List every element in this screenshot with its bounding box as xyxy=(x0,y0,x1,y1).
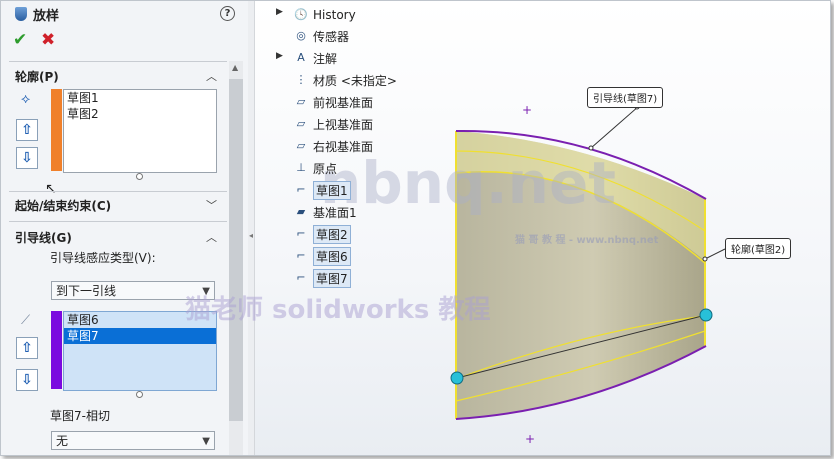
tree-item-label: 草图1 xyxy=(313,180,351,200)
sketch-icon: ⌐ xyxy=(296,249,306,262)
tree-item-history[interactable]: 🕓 History xyxy=(293,5,356,25)
move-down-button[interactable]: ⇩ xyxy=(16,369,38,391)
profile-icon: ⟡ xyxy=(21,91,31,107)
watermark-main: nbnq.net xyxy=(320,149,617,217)
chevron-up-icon[interactable]: ︿ xyxy=(206,229,217,245)
loft-icon xyxy=(15,7,27,21)
sensor-icon: ◎ xyxy=(296,29,306,42)
ok-button[interactable]: ✔ xyxy=(13,30,27,50)
material-icon: ⋮ xyxy=(295,73,307,86)
expand-arrow-icon[interactable]: ▶ xyxy=(276,7,283,17)
expand-arrow-icon[interactable]: ▶ xyxy=(276,51,283,61)
pm-title-bar: 放样 xyxy=(15,4,59,24)
tree-item-sketch2[interactable]: ⌐ 草图2 xyxy=(293,224,351,244)
tree-item-top-plane[interactable]: ▱ 上视基准面 xyxy=(293,114,373,134)
plane-icon: ▱ xyxy=(296,117,306,130)
resize-handle[interactable] xyxy=(136,391,143,398)
divider xyxy=(9,191,227,192)
sketch-icon: ⌐ xyxy=(296,227,306,240)
sketch-icon: ⌐ xyxy=(296,183,306,196)
watermark-small: 猫 哥 教 程 - www.nbnq.net xyxy=(515,235,659,246)
tree-item-label: 传感器 xyxy=(313,29,350,44)
list-item[interactable]: 草图1 xyxy=(64,90,216,106)
tangency-value: 无 xyxy=(56,434,69,448)
tree-item-label: 前视基准面 xyxy=(313,95,374,110)
influence-type-value: 到下一引线 xyxy=(56,284,117,298)
graphics-viewport[interactable]: + + nbnq.net 猫 哥 教 程 - www.nbnq.net 猫老师 … xyxy=(185,1,830,455)
influence-type-label: 引导线感应类型(V): xyxy=(50,251,156,265)
plane-icon: ▱ xyxy=(296,139,306,152)
panel-splitter[interactable] xyxy=(248,1,255,455)
tangency-label: 草图7-相切 xyxy=(50,409,110,423)
history-icon: 🕓 xyxy=(294,8,308,21)
pm-title: 放样 xyxy=(33,8,60,24)
move-up-button[interactable]: ⇧ xyxy=(16,337,38,359)
profile-section-header[interactable]: 轮廓(P) xyxy=(15,68,59,85)
tree-item-label: History xyxy=(313,8,356,22)
property-manager: 放样 ? ✔ ✖ 轮廓(P) ︿ ⟡ 草图1 草图2 ⇧ ⇩ ↖ 起始/结束约束… xyxy=(1,1,249,455)
plus-marker: + xyxy=(525,432,535,446)
chevron-down-icon: ▼ xyxy=(202,436,210,447)
scrollbar-thumb[interactable] xyxy=(229,79,243,421)
tree-item-material[interactable]: ⋮ 材质 <未指定> xyxy=(293,70,397,90)
tree-item-label: 材质 <未指定> xyxy=(313,73,397,88)
move-up-button[interactable]: ⇧ xyxy=(16,119,38,141)
tangency-select[interactable]: 无 ▼ xyxy=(51,431,215,450)
watermark-cn: 猫老师 solidworks 教程 xyxy=(185,295,491,325)
tree-item-right-plane[interactable]: ▱ 右视基准面 xyxy=(293,136,373,156)
plus-marker: + xyxy=(522,103,532,117)
scroll-up-icon[interactable]: ▲ xyxy=(232,63,238,72)
profile-callout[interactable]: 轮廓(草图2) xyxy=(725,238,792,259)
window-frame: 放样 ? ✔ ✖ 轮廓(P) ︿ ⟡ 草图1 草图2 ⇧ ⇩ ↖ 起始/结束约束… xyxy=(0,0,831,456)
resize-handle[interactable] xyxy=(136,173,143,180)
tree-item-label: 草图7 xyxy=(313,268,351,288)
tree-item-label: 上视基准面 xyxy=(313,117,374,132)
help-icon[interactable]: ? xyxy=(220,6,235,21)
tree-item-sketch6[interactable]: ⌐ 草图6 xyxy=(293,246,351,266)
divider xyxy=(9,221,227,222)
divider xyxy=(9,61,227,62)
guide-curve-callout[interactable]: 引导线(草图7) xyxy=(587,87,664,108)
constraints-section-header[interactable]: 起始/结束约束(C) xyxy=(15,197,111,214)
profile-listbox[interactable]: 草图1 草图2 xyxy=(63,89,217,173)
profile-color-bar xyxy=(51,89,62,171)
tree-item-label: 注解 xyxy=(313,51,338,66)
connector-point xyxy=(450,371,464,385)
connector-point xyxy=(699,308,713,322)
tree-item-sketch7[interactable]: ⌐ 草图7 xyxy=(293,268,351,288)
tree-item-origin[interactable]: ⊥ 原点 xyxy=(293,158,337,178)
tree-item-front-plane[interactable]: ▱ 前视基准面 xyxy=(293,92,373,112)
guide-curve-icon: ⟋ xyxy=(21,313,31,328)
move-down-button[interactable]: ⇩ xyxy=(16,147,38,169)
chevron-up-icon[interactable]: ︿ xyxy=(206,68,217,84)
tree-item-label: 原点 xyxy=(313,161,338,176)
tree-item-label: 草图2 xyxy=(313,224,351,244)
callout-leader xyxy=(590,105,640,149)
list-item[interactable]: 草图2 xyxy=(64,106,216,122)
tree-item-sensors[interactable]: ◎ 传感器 xyxy=(293,26,349,46)
plane-icon: ▱ xyxy=(296,95,306,108)
tree-item-label: 草图6 xyxy=(313,246,351,266)
splitter-grip-icon[interactable]: ◂ xyxy=(249,231,253,240)
sketch-icon: ⌐ xyxy=(296,271,306,284)
origin-icon: ⊥ xyxy=(296,161,306,174)
tree-item-annotations[interactable]: A 注解 xyxy=(293,48,337,68)
guide-section-header[interactable]: 引导线(G) xyxy=(15,229,72,246)
chevron-down-icon[interactable]: ﹀ xyxy=(206,197,217,213)
tree-item-plane1[interactable]: ▰ 基准面1 xyxy=(293,202,357,222)
tree-item-label: 右视基准面 xyxy=(313,139,374,154)
callout-leader xyxy=(704,248,726,260)
cancel-button[interactable]: ✖ xyxy=(41,30,55,50)
annotation-icon: A xyxy=(297,51,305,64)
guide-color-bar xyxy=(51,311,62,389)
tree-item-sketch1[interactable]: ⌐ 草图1 xyxy=(293,180,351,200)
list-item-selected[interactable]: 草图7 xyxy=(64,328,216,344)
mouse-cursor-icon: ↖ xyxy=(45,181,57,197)
plane-icon: ▰ xyxy=(296,205,306,218)
callout-leader-dot xyxy=(702,256,708,262)
tree-item-label: 基准面1 xyxy=(313,205,357,220)
